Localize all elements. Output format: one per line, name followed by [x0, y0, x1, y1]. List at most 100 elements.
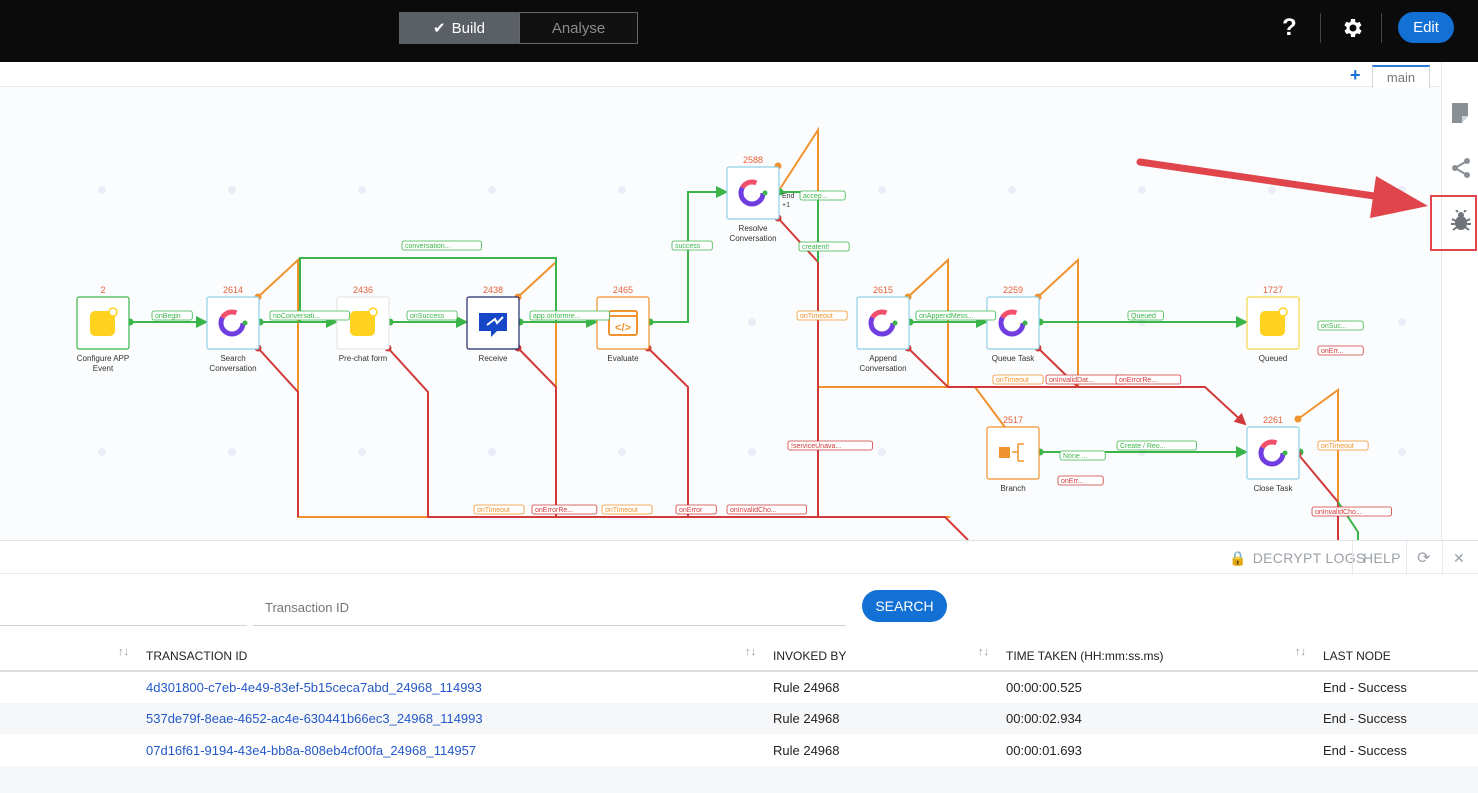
edge-label[interactable]: onErrorRe...: [531, 504, 598, 515]
col-transaction-id[interactable]: TRANSACTION ID: [146, 649, 247, 663]
invoked-by: Rule 24968: [773, 680, 840, 695]
edge-label[interactable]: onTimeout: [601, 504, 653, 515]
flow-node-2615[interactable]: 2615 AppendConversation: [856, 285, 910, 373]
table-row[interactable]: 07d16f61-9194-43e4-bb8a-808eb4cf00fa_249…: [0, 735, 1478, 766]
time-taken: 00:00:01.693: [1006, 743, 1082, 758]
svg-text:Queued: Queued: [1131, 313, 1156, 320]
svg-text:onInvalidCho...: onInvalidCho...: [730, 507, 777, 514]
svg-text:onTimeout: onTimeout: [477, 507, 510, 514]
edge-label[interactable]: onTimeout: [1317, 440, 1369, 451]
node-label: Conversation: [729, 234, 776, 243]
node-box[interactable]: [1246, 426, 1300, 480]
edge-label[interactable]: onError: [675, 504, 717, 515]
edge-label[interactable]: success: [671, 240, 713, 251]
share-icon[interactable]: [1450, 157, 1472, 179]
col-invoked-by[interactable]: INVOKED BY: [773, 649, 846, 663]
tab-build[interactable]: ✔ Build: [399, 12, 519, 44]
edge-label[interactable]: creatent!: [798, 241, 850, 252]
transaction-link[interactable]: 537de79f-8eae-4652-ac4e-630441b66ec3_249…: [146, 711, 483, 726]
filter-input[interactable]: [0, 590, 247, 626]
help-button[interactable]: HELP: [1363, 541, 1401, 575]
node-box[interactable]: [726, 166, 780, 220]
edge-label[interactable]: onAppendMess...: [915, 310, 996, 321]
right-rail: [1441, 62, 1478, 540]
edge-label[interactable]: !serviceUnava...: [787, 440, 873, 451]
edge-label[interactable]: onSuc...: [1317, 320, 1364, 331]
svg-text:onBegin: onBegin: [155, 313, 181, 320]
edge-label[interactable]: onSuccess: [406, 310, 458, 321]
edge-label[interactable]: onErrorRe...: [1115, 374, 1182, 385]
refresh-icon[interactable]: ⟳: [1417, 541, 1431, 575]
lock-icon: 🔒: [1229, 549, 1247, 566]
flow-canvas[interactable]: + main 2 Configure APP Event 2614 Search…: [0, 62, 1441, 540]
edge-label[interactable]: onInvalidDat...: [1045, 374, 1126, 385]
sort-icon[interactable]: ↑↓: [745, 646, 756, 658]
tab-analyse[interactable]: Analyse: [519, 12, 638, 44]
flow-node-1727[interactable]: 1727 Queued: [1246, 285, 1300, 363]
transaction-link[interactable]: 4d301800-c7eb-4e49-83ef-5b15ceca7abd_249…: [146, 680, 482, 695]
flow-node-2517[interactable]: 2517 Branch: [986, 415, 1040, 493]
node-label: Append: [869, 354, 897, 363]
help-icon[interactable]: ?: [1282, 14, 1297, 42]
flow-diagram: 2Configure APPEvent 2614SearchConversatio…: [76, 126, 1406, 540]
flow-node-2588[interactable]: 2588 ResolveConversation: [726, 155, 780, 243]
edge-label[interactable]: onTimeout: [992, 374, 1044, 385]
sort-icon[interactable]: ↑↓: [118, 646, 129, 658]
table-footer-space: [0, 766, 1478, 793]
edge-label[interactable]: onErr...: [1317, 345, 1364, 356]
check-icon: ✔: [433, 20, 446, 37]
edge-label[interactable]: onInvalidCho...: [726, 504, 807, 515]
flow-node-2261[interactable]: 2261 Close Task: [1246, 415, 1300, 493]
sort-icon[interactable]: ↑↓: [1295, 646, 1306, 658]
flow-node-2614[interactable]: 2614 SearchConversation: [206, 285, 260, 373]
node-id: 2588: [743, 155, 763, 165]
svg-text:onTimeout: onTimeout: [1321, 443, 1354, 450]
node-box[interactable]: [206, 296, 260, 350]
edge-label[interactable]: noConversati...: [269, 310, 350, 321]
edge-label[interactable]: onErr...: [1057, 475, 1104, 486]
svg-text:success: success: [675, 243, 701, 250]
node-label: Queue Task: [992, 354, 1036, 363]
edge-label[interactable]: Create / Reo...: [1116, 440, 1197, 451]
gear-icon[interactable]: [1340, 16, 1364, 40]
flow-node-2[interactable]: 2 Configure APPEvent: [76, 285, 130, 373]
decrypt-logs-button[interactable]: 🔒 DECRYPT LOGS: [1229, 541, 1366, 575]
divider: [1352, 541, 1353, 575]
node-label: Evaluate: [607, 354, 639, 363]
last-node: End - Success: [1323, 743, 1407, 758]
edge-label[interactable]: conversation...: [401, 240, 482, 251]
node-label: Branch: [1000, 484, 1025, 493]
edge-label[interactable]: Queued: [1127, 310, 1164, 321]
edge-label[interactable]: onInvalidCho...: [1311, 506, 1392, 517]
divider: [1381, 13, 1382, 43]
table-row[interactable]: 4d301800-c7eb-4e49-83ef-5b15ceca7abd_249…: [0, 672, 1478, 703]
edge-label[interactable]: app.onformre...: [529, 310, 610, 321]
node-box[interactable]: [986, 426, 1040, 480]
close-icon[interactable]: ✕: [1453, 541, 1465, 575]
node-id: 2615: [873, 285, 893, 295]
flow-node-2438[interactable]: 2438 Receive: [466, 285, 520, 363]
table-row[interactable]: 537de79f-8eae-4652-ac4e-630441b66ec3_249…: [0, 703, 1478, 734]
node-box[interactable]: [856, 296, 910, 350]
flow-node-2436[interactable]: 2436 Pre-chat form: [336, 285, 390, 363]
col-time-taken[interactable]: TIME TAKEN (HH:mm:ss.ms): [1006, 649, 1164, 663]
sort-icon[interactable]: ↑↓: [978, 646, 989, 658]
edge-label[interactable]: onTimeout: [796, 310, 848, 321]
flow-node-2465[interactable]: 2465 </> Evaluate: [596, 285, 650, 363]
flow-node-2259[interactable]: 2259 Queue Task: [986, 285, 1040, 363]
decrypt-logs-label: DECRYPT LOGS: [1252, 550, 1366, 566]
edge-label[interactable]: onBegin: [151, 310, 193, 321]
node-box[interactable]: [986, 296, 1040, 350]
edge-label[interactable]: onTimeout: [473, 504, 525, 515]
col-last-node[interactable]: LAST NODE: [1323, 649, 1391, 663]
edge-label[interactable]: None ...: [1059, 450, 1106, 461]
transaction-link[interactable]: 07d16f61-9194-43e4-bb8a-808eb4cf00fa_249…: [146, 743, 476, 758]
notes-icon[interactable]: [1450, 102, 1470, 124]
svg-text:onSuc...: onSuc...: [1321, 323, 1347, 330]
transaction-id-input[interactable]: [253, 590, 846, 626]
search-button[interactable]: SEARCH: [862, 590, 947, 622]
edge-label[interactable]: accep...: [799, 190, 846, 201]
edit-button[interactable]: Edit: [1398, 12, 1454, 43]
node-label: Event: [93, 364, 114, 373]
node-label: Queued: [1259, 354, 1287, 363]
